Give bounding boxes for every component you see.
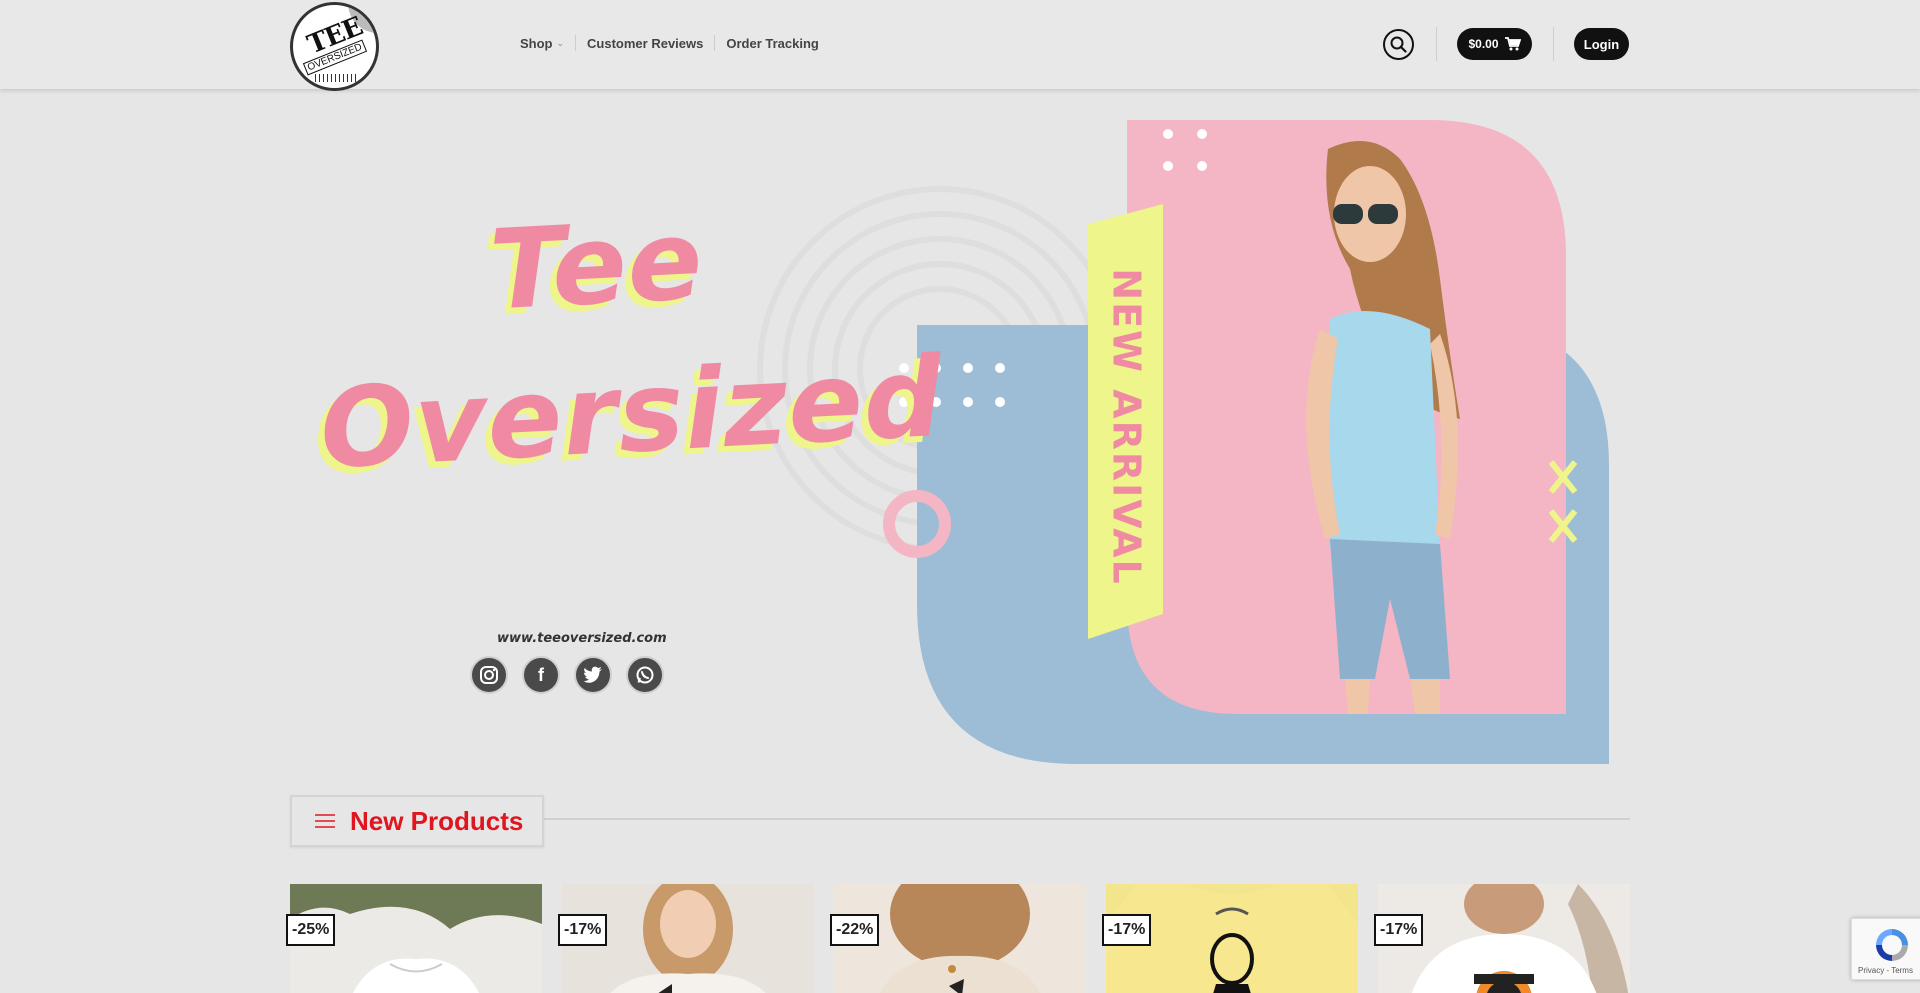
nav-item-customer-reviews[interactable]: Customer Reviews [576,36,714,51]
site-header: TEE OVERSIZED Shop ⌄ Customer Reviews Or… [0,0,1920,91]
new-arrival-label: NEW ARRIVAL [1088,214,1166,639]
instagram-icon[interactable] [470,656,508,694]
nav-item-label: Order Tracking [726,35,819,51]
nav-item-label: Shop [520,35,553,51]
cart-icon [1504,37,1521,51]
nav-item-shop[interactable]: Shop ⌄ [520,36,575,51]
nav-item-order-tracking[interactable]: Order Tracking [715,36,829,51]
cart-button[interactable]: $0.00 [1457,28,1532,60]
twitter-icon[interactable] [574,656,612,694]
header-divider [1436,27,1437,61]
header-divider [1553,27,1554,61]
site-logo[interactable]: TEE OVERSIZED [290,2,379,91]
recaptcha-badge[interactable]: Privacy - Terms [1851,918,1920,980]
section-divider [540,818,1630,820]
recaptcha-icon [1876,929,1908,961]
hero-banner[interactable]: NEW ARRIVAL Tee Oversized www.teeoversiz… [290,119,1609,764]
search-button[interactable] [1383,29,1414,60]
nav-item-label: Customer Reviews [587,35,704,51]
menu-icon [315,814,335,828]
discount-badge: -17% [1102,914,1152,946]
logo-ruler [315,74,359,82]
new-arrival-text: NEW ARRIVAL [1105,267,1149,586]
discount-badge: -17% [558,914,608,946]
section-heading: New Products [290,795,544,847]
whatsapp-icon[interactable] [626,656,664,694]
section-title: New Products [350,805,524,836]
main-nav: Shop ⌄ Customer Reviews Order Tracking [520,35,830,51]
social-links: f [470,656,664,694]
hero-website-url: www.teeoversized.com [497,631,667,646]
discount-badge: -17% [1374,914,1424,946]
hero-title-line1: Tee [486,195,707,335]
cart-total: $0.00 [1468,37,1499,51]
chevron-down-icon: ⌄ [556,37,565,48]
login-button[interactable]: Login [1574,28,1629,60]
search-icon [1390,36,1407,53]
discount-badge: -22% [830,914,880,946]
recaptcha-links[interactable]: Privacy - Terms [1858,966,1913,975]
discount-badge: -25% [286,914,336,946]
facebook-icon[interactable]: f [522,656,560,694]
